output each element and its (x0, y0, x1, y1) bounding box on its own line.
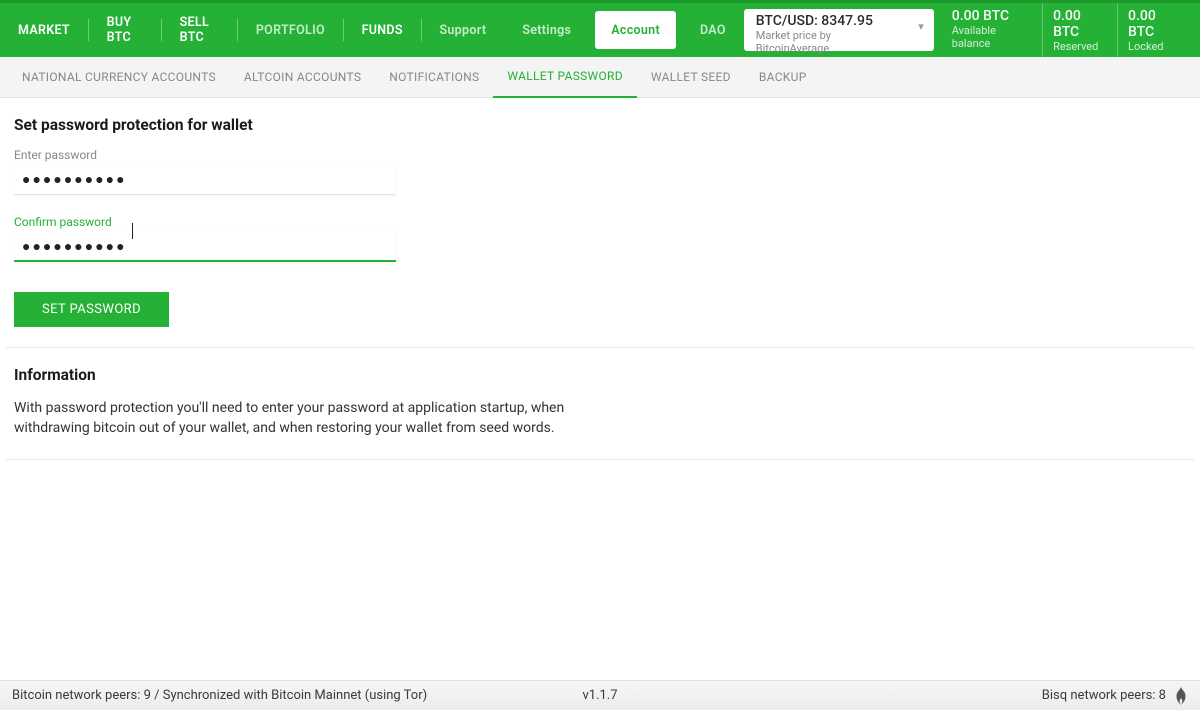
balance-locked-amount: 0.00 BTC (1128, 8, 1182, 40)
nav-market[interactable]: MARKET (0, 16, 88, 44)
topbar: MARKET BUY BTC SELL BTC PORTFOLIO FUNDS … (0, 0, 1200, 57)
enter-password-label: Enter password (14, 148, 396, 162)
balance-reserved-label: Reserved (1053, 40, 1107, 53)
information-title: Information (14, 366, 1186, 384)
subnav: NATIONAL CURRENCY ACCOUNTS ALTCOIN ACCOU… (0, 57, 1200, 98)
enter-password-input[interactable] (14, 165, 396, 195)
statusbar: Bitcoin network peers: 9 / Synchronized … (0, 680, 1200, 710)
balance-locked: 0.00 BTC Locked (1117, 4, 1192, 57)
page-title: Set password protection for wallet (14, 116, 1186, 134)
section-divider (6, 459, 1194, 460)
status-version: v1.1.7 (582, 688, 617, 703)
balance-available-amount: 0.00 BTC (952, 8, 1032, 24)
balance-locked-label: Locked (1128, 40, 1182, 53)
subnav-altcoin-accounts[interactable]: ALTCOIN ACCOUNTS (230, 57, 375, 98)
nav-portfolio[interactable]: PORTFOLIO (238, 16, 343, 44)
confirm-password-input[interactable] (14, 232, 396, 262)
subnav-wallet-seed[interactable]: WALLET SEED (637, 57, 745, 98)
status-right: Bisq network peers: 8 (1042, 688, 1166, 703)
nav-support[interactable]: Support (421, 16, 504, 44)
subnav-notifications[interactable]: NOTIFICATIONS (375, 57, 493, 98)
nav-account[interactable]: Account (595, 11, 676, 49)
balance-available-label: Available balance (952, 24, 1032, 50)
balance-reserved: 0.00 BTC Reserved (1042, 4, 1117, 57)
nav-funds[interactable]: FUNDS (344, 16, 421, 44)
set-password-button[interactable]: SET PASSWORD (14, 292, 169, 327)
section-divider (6, 347, 1194, 348)
confirm-password-label: Confirm password (14, 215, 396, 229)
confirm-password-field-wrap: Confirm password (14, 215, 396, 262)
balance-reserved-amount: 0.00 BTC (1053, 8, 1107, 40)
subnav-national-currency-accounts[interactable]: NATIONAL CURRENCY ACCOUNTS (8, 57, 230, 98)
price-dropdown[interactable]: BTC/USD: 8347.95 Market price by Bitcoin… (744, 9, 934, 51)
bisq-flame-icon (1174, 687, 1188, 705)
text-cursor (132, 223, 133, 239)
status-left: Bitcoin network peers: 9 / Synchronized … (12, 688, 427, 703)
price-line1: BTC/USD: 8347.95 (756, 13, 904, 29)
nav-buy-btc[interactable]: BUY BTC (89, 16, 161, 44)
nav-settings[interactable]: Settings (504, 16, 589, 44)
nav-left: MARKET BUY BTC SELL BTC PORTFOLIO FUNDS … (0, 3, 744, 57)
nav-sell-btc[interactable]: SELL BTC (162, 16, 238, 44)
price-line2: Market price by BitcoinAverage (756, 29, 904, 55)
subnav-wallet-password[interactable]: WALLET PASSWORD (493, 57, 637, 98)
balance-available: 0.00 BTC Available balance (942, 4, 1042, 57)
balances: 0.00 BTC Available balance 0.00 BTC Rese… (942, 4, 1192, 57)
enter-password-field-wrap: Enter password (14, 148, 396, 195)
status-right-wrap: Bisq network peers: 8 (1042, 687, 1188, 705)
chevron-down-icon: ▾ (918, 20, 924, 33)
subnav-backup[interactable]: BACKUP (745, 57, 821, 98)
information-text: With password protection you'll need to … (14, 398, 614, 439)
nav-dao[interactable]: DAO (682, 16, 744, 44)
content: Set password protection for wallet Enter… (0, 98, 1200, 460)
